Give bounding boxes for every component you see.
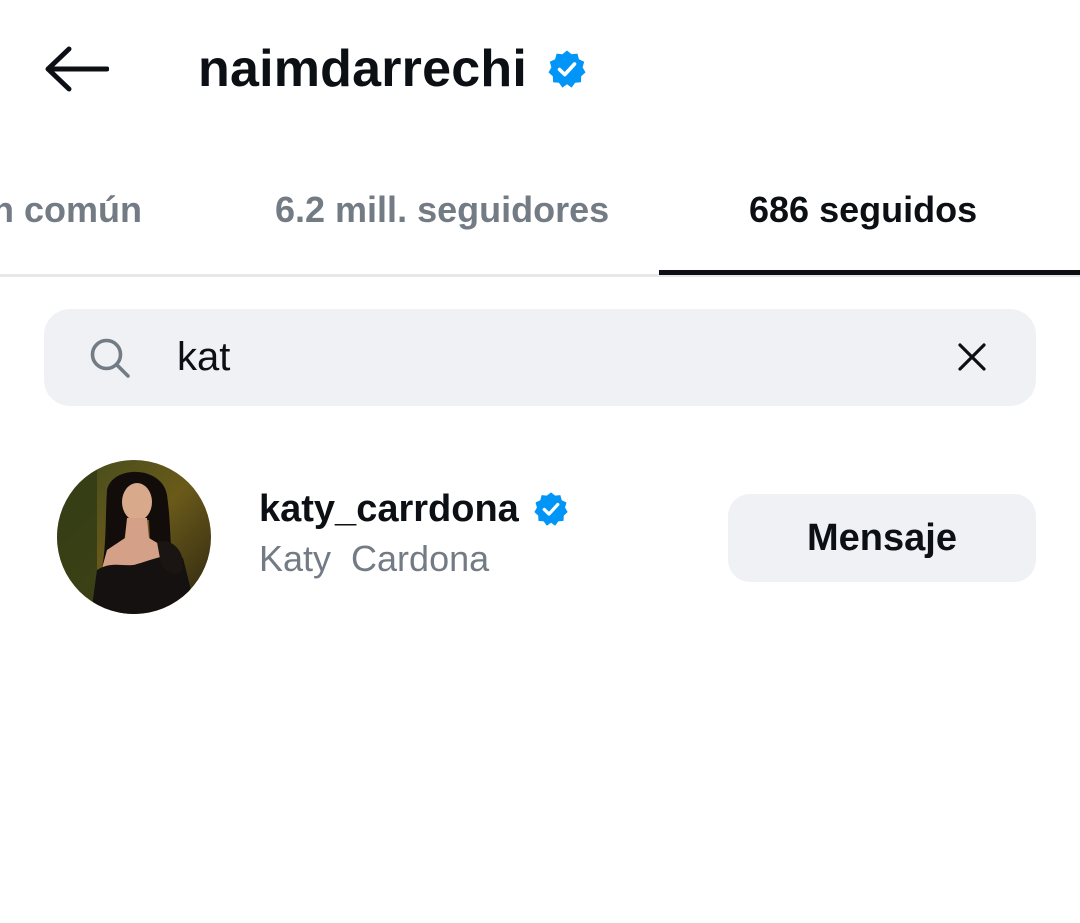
top-bar: naimdarrechi	[0, 0, 1080, 140]
tab-following[interactable]: 686 seguidos	[749, 184, 977, 236]
back-button[interactable]	[38, 34, 116, 104]
full-name: Katy Cardona	[259, 538, 490, 579]
avatar[interactable]	[57, 460, 211, 614]
search-bar[interactable]	[44, 309, 1036, 406]
search-icon	[90, 338, 130, 378]
user-info: katy_carrdona Katy Cardona	[259, 484, 569, 584]
verified-badge-icon	[547, 49, 587, 89]
arrow-left-icon	[45, 46, 109, 92]
tab-followers[interactable]: 6.2 mill. seguidores	[275, 184, 609, 236]
verified-badge-icon	[533, 491, 569, 527]
close-icon[interactable]	[952, 337, 992, 377]
search-input[interactable]	[177, 327, 917, 387]
page-title: naimdarrechi	[198, 40, 527, 98]
profile-title: naimdarrechi	[198, 34, 587, 104]
message-button[interactable]: Mensaje	[728, 494, 1036, 582]
active-tab-indicator	[659, 270, 1080, 275]
follow-tabs: n común 6.2 mill. seguidores 686 seguido…	[0, 160, 1080, 278]
tab-mutual[interactable]: n común	[0, 184, 142, 236]
list-item[interactable]: katy_carrdona Katy Cardona Mensaje	[0, 440, 1080, 636]
username[interactable]: katy_carrdona	[259, 488, 519, 531]
